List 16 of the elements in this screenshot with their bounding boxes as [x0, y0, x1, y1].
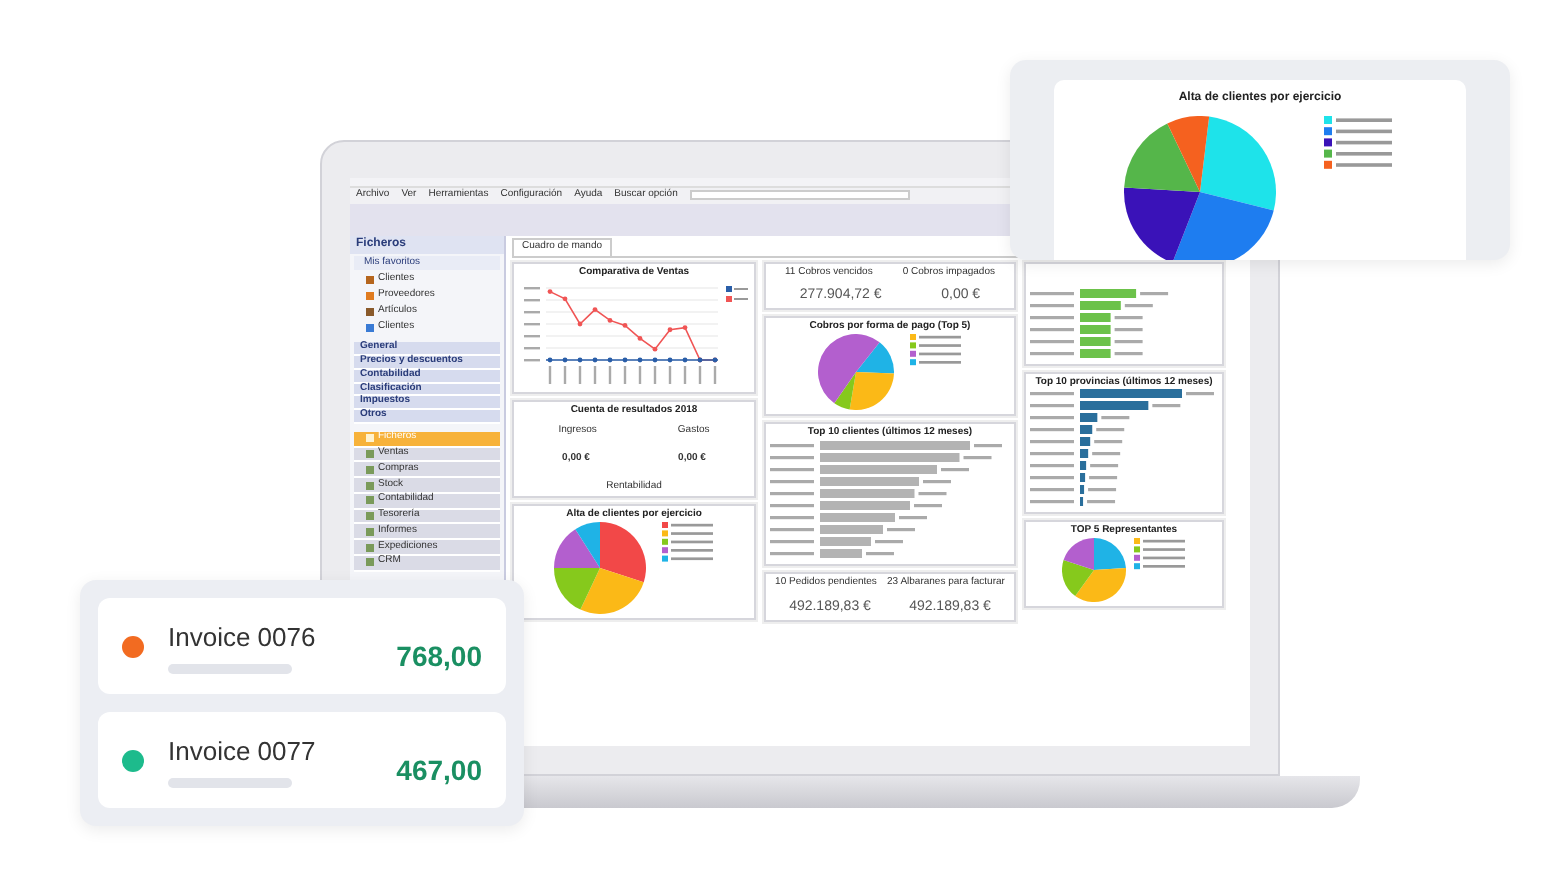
chart-legend-drawing — [661, 522, 715, 564]
pie-chart-drawing — [553, 522, 645, 614]
placeholder-bar — [168, 778, 292, 789]
invoice-title: Invoice 0077 — [168, 733, 316, 770]
invoice-title: Invoice 0076 — [168, 619, 316, 656]
pie-chart-drawing — [1061, 538, 1125, 602]
search-field[interactable] — [689, 190, 910, 201]
invoice-amount: 467,00 — [396, 751, 482, 789]
invoice-card[interactable]: Invoice 0076 768,00 — [98, 598, 506, 694]
pie-chart-drawing — [817, 334, 893, 411]
chart-legend-drawing — [909, 334, 963, 368]
chart-legend-drawing — [1133, 538, 1187, 572]
chart-legend-drawing — [1324, 116, 1396, 172]
placeholder-bar — [168, 664, 292, 675]
invoice-card[interactable]: Invoice 0077 467,00 — [98, 712, 506, 808]
invoice-amount: 768,00 — [396, 637, 482, 675]
